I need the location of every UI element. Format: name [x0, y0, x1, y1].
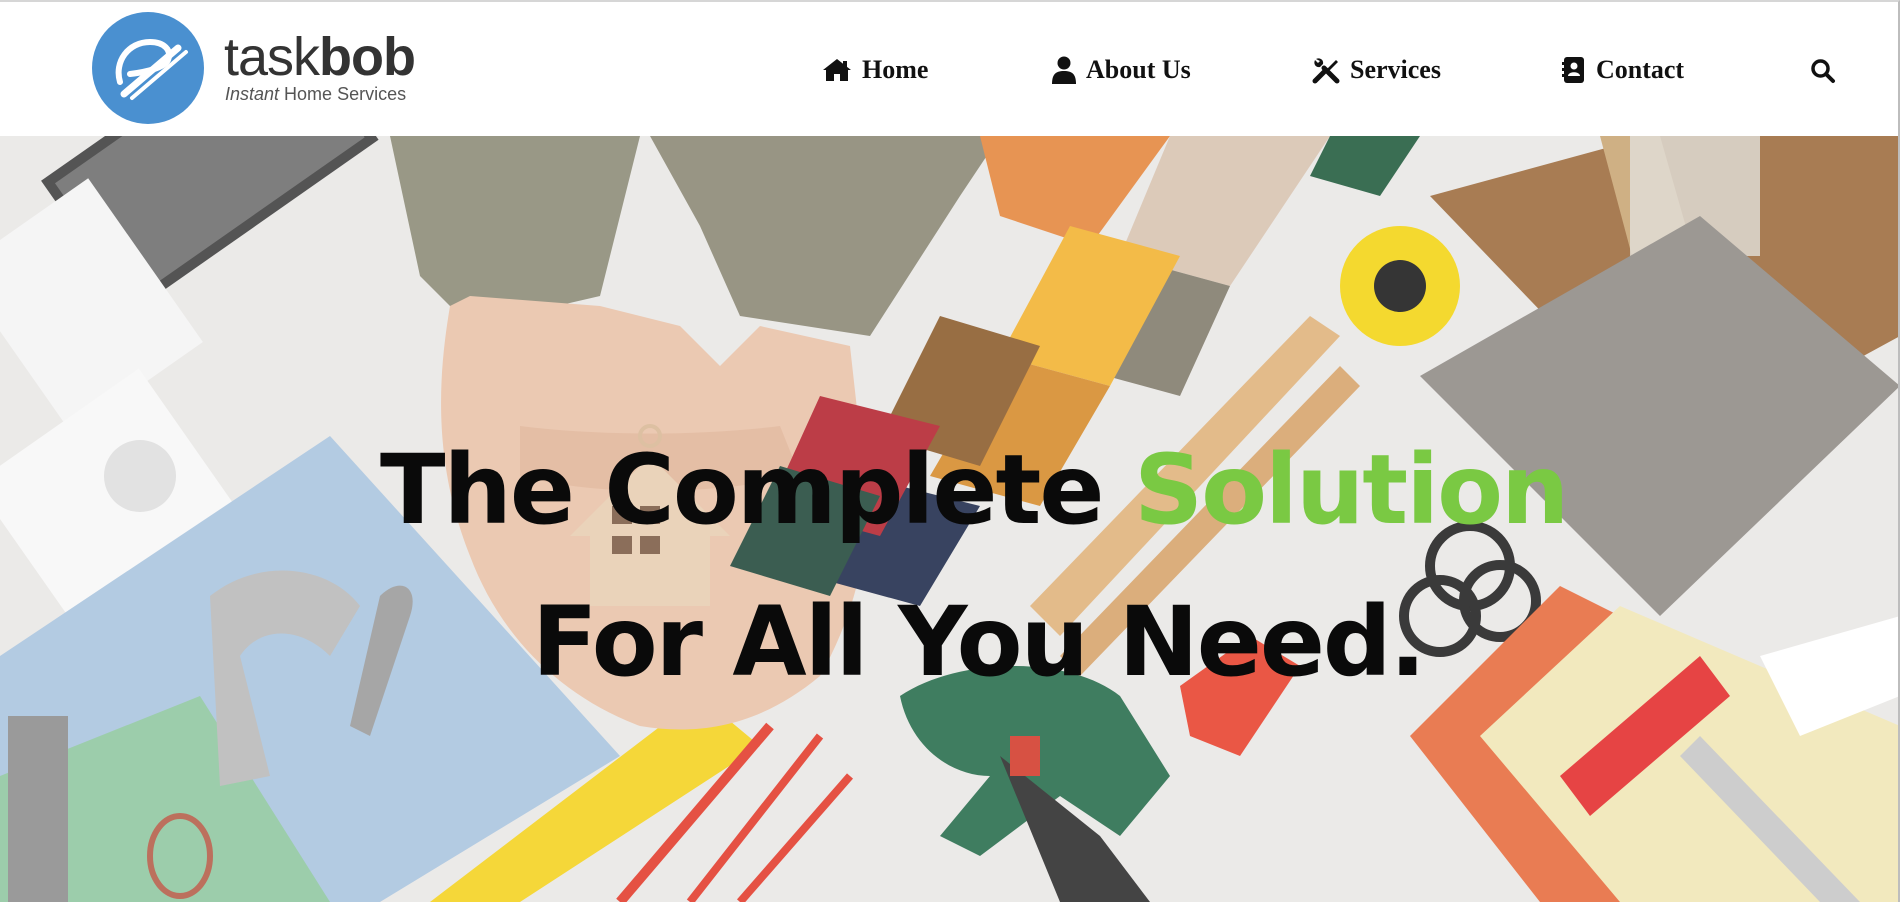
hero-headline-accent: Solution	[1133, 434, 1569, 547]
hero-banner: The Complete Solution For All You Need.	[0, 136, 1900, 902]
nav-item-contact[interactable]: Contact	[1562, 52, 1684, 88]
hero-headline-line1: The Complete Solution	[380, 434, 1569, 547]
address-card-icon	[1562, 57, 1584, 83]
main-nav: Home About Us Services Contact	[0, 2, 1900, 138]
home-icon	[823, 59, 851, 81]
nav-item-label: Contact	[1596, 55, 1685, 84]
nav-item-services[interactable]: Services	[1312, 52, 1441, 88]
tools-icon	[1312, 58, 1340, 84]
site-header: taskbob Instant Home Services Home About…	[0, 0, 1900, 136]
nav-item-home[interactable]: Home	[822, 52, 928, 88]
nav-item-label: Home	[862, 55, 929, 84]
search-icon	[1811, 59, 1835, 83]
page: taskbob Instant Home Services Home About…	[0, 0, 1902, 902]
search-button[interactable]	[1806, 54, 1840, 88]
hero-headline-line2: For All You Need.	[532, 586, 1426, 699]
nav-item-about-us[interactable]: About Us	[1052, 52, 1191, 88]
nav-item-label: About Us	[1086, 55, 1191, 84]
hero-headline-prefix: The Complete	[380, 434, 1134, 547]
user-icon	[1052, 56, 1076, 84]
nav-item-label: Services	[1350, 55, 1441, 84]
